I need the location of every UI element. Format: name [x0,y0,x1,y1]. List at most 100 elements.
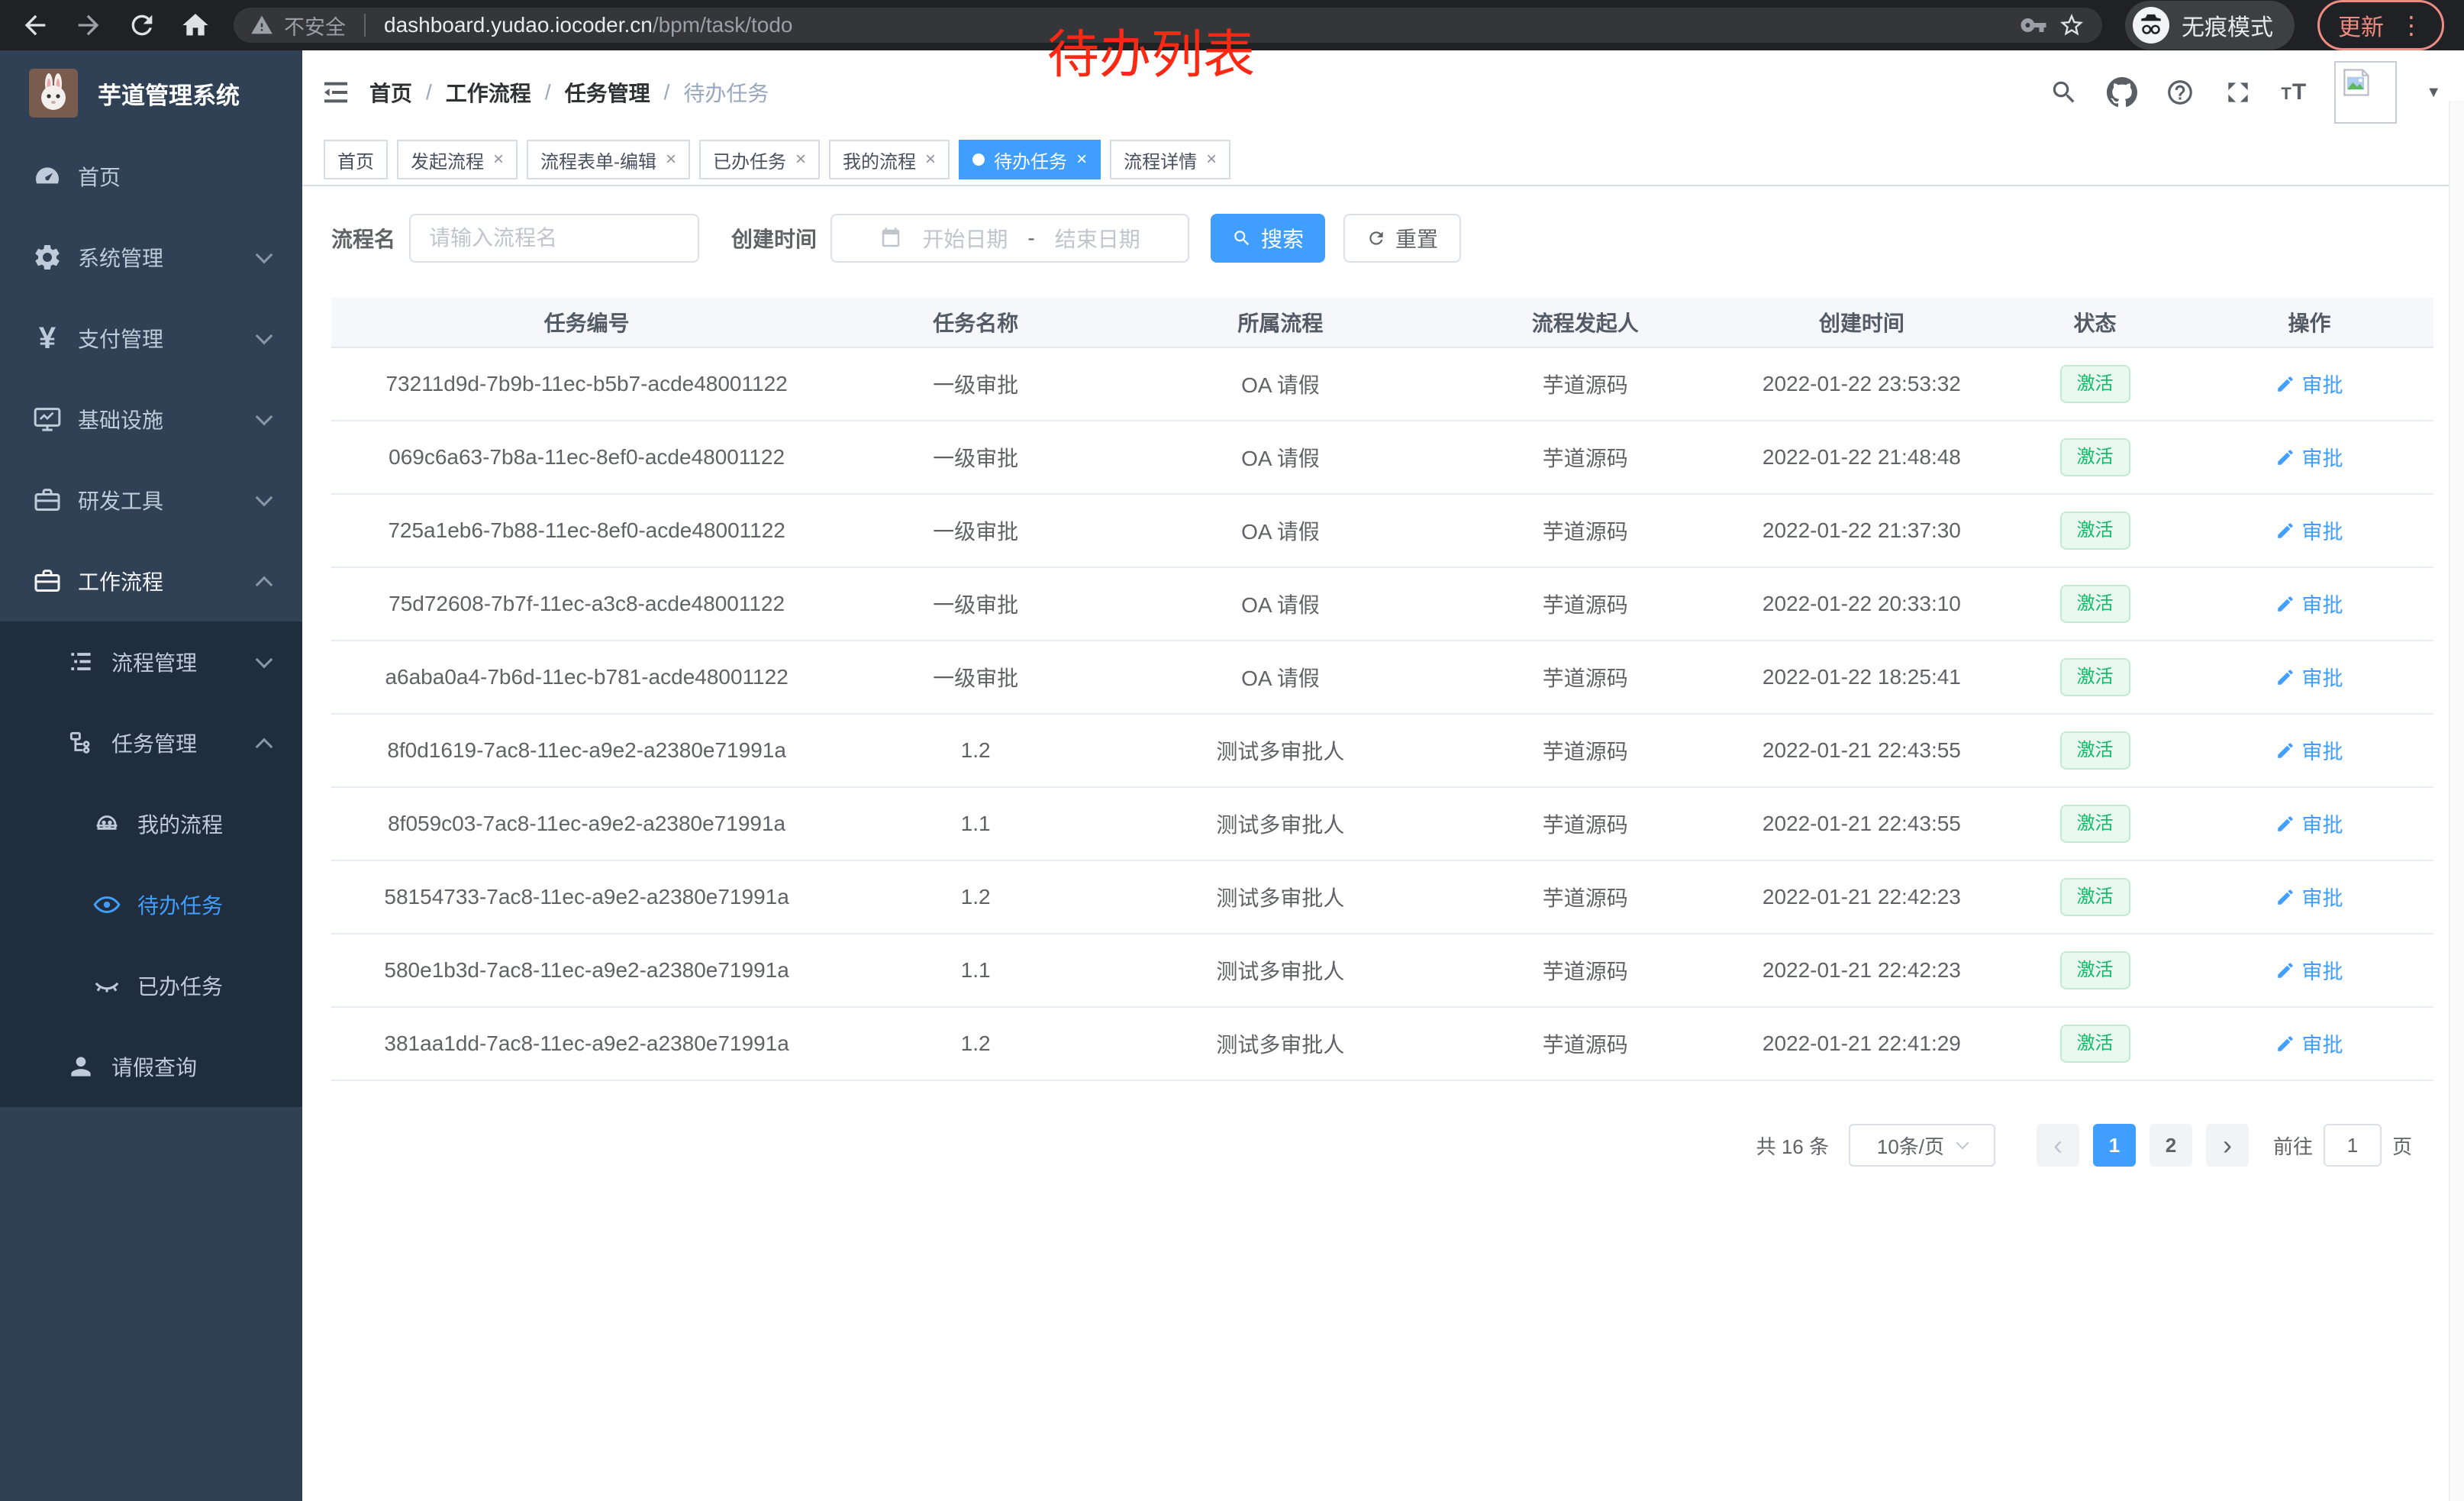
sidebar-item-my-process[interactable]: 我的流程 [0,783,302,864]
browser-menu-icon[interactable]: ⋮ [2399,11,2424,40]
approve-link[interactable]: 审批 [2275,662,2343,692]
approve-link[interactable]: 审批 [2275,735,2343,765]
header-created: 创建时间 [1719,307,2005,337]
approve-link[interactable]: 审批 [2275,809,2343,838]
close-icon[interactable]: × [1206,150,1217,169]
next-page-button[interactable]: › [2206,1124,2249,1167]
page-1-button[interactable]: 1 [2093,1124,2136,1167]
end-date-placeholder: 结束日期 [1055,223,1140,253]
list-icon [64,645,98,679]
sidebar-toggle-icon[interactable] [319,76,353,109]
omnibox-divider [364,14,366,37]
reset-button[interactable]: 重置 [1343,214,1461,263]
table-row: 58154733-7ac8-11ec-a9e2-a2380e71991a 1.2… [331,861,2433,934]
search-form: 流程名 创建时间 开始日期 - 结束日期 搜索 重 [331,214,2433,263]
table-row: 381aa1dd-7ac8-11ec-a9e2-a2380e71991a 1.2… [331,1008,2433,1081]
header-actions: 操作 [2185,307,2433,337]
tab-process-detail[interactable]: 流程详情× [1110,140,1230,179]
password-key-icon[interactable] [2020,11,2047,39]
close-icon[interactable]: × [925,150,936,169]
status-badge: 激活 [2060,951,2130,989]
process-name-input[interactable] [409,214,699,263]
forward-icon[interactable] [73,10,104,40]
close-icon[interactable]: × [493,150,504,169]
breadcrumb-current: 待办任务 [683,77,769,108]
home-icon[interactable] [180,10,211,40]
task-name-cell: 1.1 [842,812,1109,836]
goto-label: 前往 [2273,1131,2313,1160]
sidebar-item-system[interactable]: 系统管理 [0,217,302,298]
process-cell: OA 请假 [1109,442,1452,473]
table-row: 73211d9d-7b9b-11ec-b5b7-acde48001122 一级审… [331,348,2433,421]
close-icon[interactable]: × [795,150,806,169]
fullscreen-icon[interactable] [2223,77,2253,108]
tab-home[interactable]: 首页 [324,140,388,179]
tab-todo-tasks[interactable]: 待办任务× [959,140,1101,179]
sidebar-item-home[interactable]: 首页 [0,136,302,217]
incognito-icon [2133,7,2169,44]
avatar[interactable] [2334,61,2397,124]
help-icon[interactable] [2165,77,2195,108]
date-range-picker[interactable]: 开始日期 - 结束日期 [830,214,1189,263]
created-cell: 2022-01-22 20:33:10 [1719,592,2005,616]
github-icon[interactable] [2107,77,2137,108]
avatar-caret-icon[interactable]: ▼ [2426,84,2441,102]
reload-icon[interactable] [127,10,157,40]
table-row: 75d72608-7b7f-11ec-a3c8-acde48001122 一级审… [331,568,2433,641]
robot-icon [90,807,124,841]
close-icon[interactable]: × [666,150,676,169]
tab-my-process[interactable]: 我的流程× [829,140,950,179]
approve-link[interactable]: 审批 [2275,1028,2343,1058]
search-button[interactable]: 搜索 [1211,214,1325,263]
sidebar-item-workflow[interactable]: 工作流程 [0,541,302,621]
prev-page-button[interactable]: ‹ [2037,1124,2079,1167]
created-cell: 2022-01-21 22:41:29 [1719,1031,2005,1056]
status-badge: 激活 [2060,512,2130,550]
security-warning-icon [250,14,273,37]
edit-icon [2275,887,2295,907]
approve-link[interactable]: 审批 [2275,515,2343,545]
sidebar-item-devtools[interactable]: 研发工具 [0,460,302,541]
sidebar-item-payment[interactable]: ¥ 支付管理 [0,298,302,379]
tab-done-tasks[interactable]: 已办任务× [699,140,820,179]
process-cell: OA 请假 [1109,515,1452,546]
breadcrumb-workflow[interactable]: 工作流程 [446,77,531,108]
tab-start-process[interactable]: 发起流程× [397,140,518,179]
tab-form-edit[interactable]: 流程表单-编辑× [527,140,690,179]
breadcrumb: 首页 / 工作流程 / 任务管理 / 待办任务 [369,77,769,108]
approve-link[interactable]: 审批 [2275,589,2343,618]
starter-cell: 芋道源码 [1452,369,1719,399]
goto-page-input[interactable] [2324,1124,2382,1167]
page-2-button[interactable]: 2 [2150,1124,2192,1167]
close-icon[interactable]: × [1076,150,1087,169]
process-cell: 测试多审批人 [1109,735,1452,766]
search-icon[interactable] [2049,77,2079,108]
approve-link[interactable]: 审批 [2275,369,2343,399]
table-body: 73211d9d-7b9b-11ec-b5b7-acde48001122 一级审… [331,348,2433,1081]
bookmark-star-icon[interactable] [2058,11,2085,39]
page-size-select[interactable]: 10条/页 [1849,1124,1995,1167]
sidebar-item-task-mgmt[interactable]: 任务管理 [0,702,302,783]
process-cell: 测试多审批人 [1109,955,1452,986]
app-logo[interactable]: 芋道管理系统 [0,50,302,136]
approve-link[interactable]: 审批 [2275,882,2343,912]
table-row: 8f0d1619-7ac8-11ec-a9e2-a2380e71991a 1.2… [331,715,2433,788]
screen: 不安全 dashboard.yudao.iocoder.cn/bpm/task/… [0,0,2464,1501]
breadcrumb-task-mgmt[interactable]: 任务管理 [565,77,650,108]
sidebar-item-todo-tasks[interactable]: 待办任务 [0,864,302,945]
header-starter: 流程发起人 [1452,307,1719,337]
approve-link[interactable]: 审批 [2275,442,2343,472]
header-task-name: 任务名称 [842,307,1109,337]
back-icon[interactable] [20,10,50,40]
sidebar-item-process-mgmt[interactable]: 流程管理 [0,621,302,702]
created-cell: 2022-01-21 22:43:55 [1719,738,2005,763]
scrollbar[interactable] [2449,101,2464,1501]
update-button[interactable]: 更新 ⋮ [2317,0,2444,50]
font-size-icon[interactable]: TT [2281,79,2307,105]
sidebar-item-infra[interactable]: 基础设施 [0,379,302,460]
approve-link[interactable]: 审批 [2275,955,2343,985]
sidebar-item-done-tasks[interactable]: 已办任务 [0,945,302,1026]
status-badge: 激活 [2060,805,2130,843]
sidebar-item-leave-query[interactable]: 请假查询 [0,1026,302,1107]
breadcrumb-home[interactable]: 首页 [369,77,412,108]
